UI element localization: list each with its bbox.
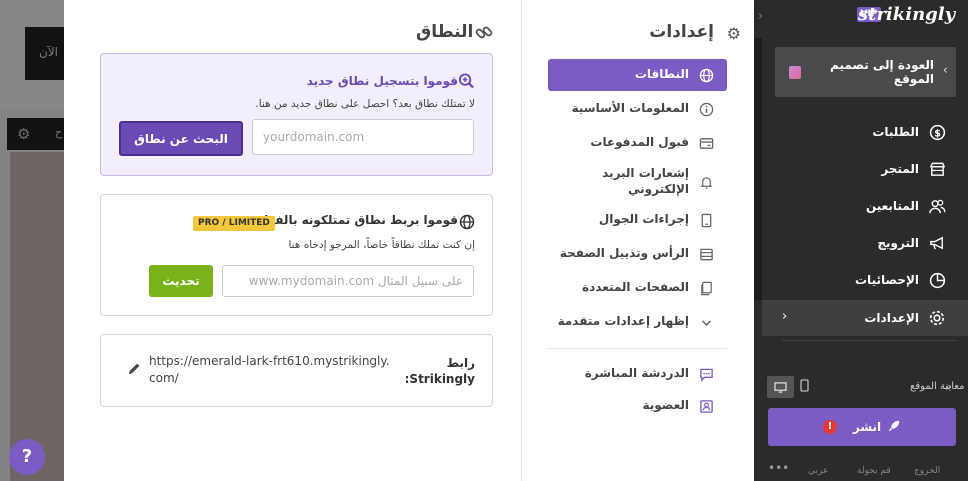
rocket-icon xyxy=(887,419,901,436)
nav-item-domains[interactable]: النطاقات xyxy=(548,59,727,91)
nav-item-membership[interactable]: العضوية xyxy=(548,390,727,422)
connect-subtitle: إن كنت تملك نطاقاً خاصاً، المرجو إدخاه ه… xyxy=(288,239,475,251)
nav-item-email-notifications[interactable]: إشعارات البريد الإلكتروني xyxy=(548,163,727,201)
footer-logout[interactable]: الخروج xyxy=(914,466,940,476)
nav-label: إشعارات البريد الإلكتروني xyxy=(602,166,689,196)
sidebar-item-label: الإحصائيات xyxy=(855,273,919,287)
sidebar-item-followers[interactable]: المتابعين xyxy=(766,194,956,218)
collapse-chevron-icon[interactable]: › xyxy=(758,9,763,24)
link-icon xyxy=(474,23,494,43)
footer-language[interactable]: عربي xyxy=(808,466,828,476)
connect-domain-card: قوموا بربط نطاق تمتلكونه بالفعل PRO / LI… xyxy=(100,194,493,316)
mobile-icon xyxy=(698,212,714,228)
store-icon xyxy=(928,160,946,178)
connect-heading: قوموا بربط نطاق تمتلكونه بالفعل xyxy=(257,213,458,227)
sidebar-item-store[interactable]: المتجر xyxy=(766,157,956,181)
layout-icon xyxy=(698,246,714,262)
nav-item-header-footer[interactable]: الرأس وتذييل الصفحة xyxy=(548,238,727,270)
editor-sidebar: › VIP strikingly العودة إلى تصميم الموقع… xyxy=(754,0,968,481)
footer-tour[interactable]: قم بجولة xyxy=(857,466,891,476)
nav-item-multiple-pages[interactable]: الصفحات المتعددة xyxy=(548,272,727,304)
sidebar-item-promotion[interactable]: الترويج xyxy=(766,231,956,255)
users-icon xyxy=(928,197,946,215)
nav-label: المعلومات الأساسية xyxy=(571,101,689,116)
publish-label: انشر xyxy=(852,420,882,434)
info-icon xyxy=(698,101,714,117)
globe-icon xyxy=(698,67,714,83)
pie-chart-icon xyxy=(928,271,946,289)
sidebar-divider xyxy=(782,340,956,341)
brand-logo: strikingly xyxy=(858,4,956,25)
sidebar-item-label: المتجر xyxy=(881,162,919,176)
nav-label: الدردشة المباشرة xyxy=(584,366,689,381)
register-subtitle: لا تمتلك نطاق بعد؟ احصل على نطاق جديد من… xyxy=(255,98,475,110)
nav-label: قبول المدفوعات xyxy=(590,135,689,150)
custom-domain-placeholder: على سبيل المثال www.mydomain.com xyxy=(248,274,463,288)
sidebar-item-orders[interactable]: $ الطلبات xyxy=(766,120,956,144)
search-plus-icon xyxy=(458,72,475,89)
more-dots-icon[interactable]: ••• xyxy=(768,461,789,475)
nav-divider xyxy=(548,348,727,349)
register-domain-card: قوموا بتسجيل نطاق جديد لا تمتلك نطاق بعد… xyxy=(100,53,493,176)
globe-icon xyxy=(458,213,475,230)
back-label: العودة إلى تصميم الموقع xyxy=(830,58,934,87)
strikingly-url: https://emerald-lark-frt610.mystrikingly… xyxy=(149,354,390,385)
nav-label: العضوية xyxy=(642,398,689,413)
chevron-left-icon: ‹ xyxy=(942,63,948,78)
warning-badge: ! xyxy=(822,420,837,434)
svg-text:$: $ xyxy=(934,128,941,139)
desktop-preview-icon[interactable] xyxy=(767,376,794,398)
pro-limited-badge: PRO / LIMITED xyxy=(193,216,275,231)
edit-pencil-icon[interactable] xyxy=(127,361,142,380)
chevron-down-icon xyxy=(698,314,714,330)
megaphone-icon xyxy=(928,234,946,252)
strikingly-url-card: رابط Strikingly: https://emerald-lark-fr… xyxy=(100,334,493,407)
sidebar-item-stats[interactable]: الإحصائيات xyxy=(766,268,956,292)
settings-modal: ⚙ إعدادات النطاقات المعلومات الأساسية قب… xyxy=(64,0,754,481)
preview-label[interactable]: معاينة الموقع xyxy=(910,381,964,392)
nav-item-payments[interactable]: قبول المدفوعات xyxy=(548,127,727,159)
domain-search-input[interactable]: yourdomain.com xyxy=(252,119,474,155)
nav-item-mobile-actions[interactable]: إجراءات الجوال xyxy=(548,204,727,236)
member-icon xyxy=(698,398,714,414)
strikingly-url-label: رابط Strikingly: xyxy=(404,356,475,387)
sidebar-edge xyxy=(754,38,762,300)
nav-label: إظهار إعدادات متقدمة xyxy=(557,314,689,329)
chat-icon xyxy=(698,366,714,382)
settings-title: إعدادات xyxy=(649,22,714,42)
dollar-icon: $ xyxy=(928,123,946,141)
nav-label: النطاقات xyxy=(634,67,689,82)
design-icon xyxy=(789,66,801,79)
gear-icon xyxy=(928,309,946,327)
back-to-design-button[interactable]: العودة إلى تصميم الموقع ‹ xyxy=(775,47,956,97)
nav-label: الصفحات المتعددة xyxy=(582,280,689,295)
update-button[interactable]: تحديث xyxy=(149,265,213,297)
bell-icon xyxy=(698,174,714,190)
settings-nav: ⚙ إعدادات النطاقات المعلومات الأساسية قب… xyxy=(521,0,754,481)
help-button[interactable]: ? xyxy=(9,439,45,475)
sidebar-item-settings[interactable]: الإعدادات xyxy=(766,306,956,330)
sidebar-item-label: الترويج xyxy=(877,236,919,250)
nav-item-live-chat[interactable]: الدردشة المباشرة xyxy=(548,358,727,390)
search-domain-button[interactable]: البحث عن نطاق xyxy=(119,121,243,156)
mobile-preview-icon[interactable] xyxy=(800,379,809,395)
nav-item-basic-info[interactable]: المعلومات الأساسية xyxy=(548,93,727,125)
card-icon xyxy=(698,135,714,151)
nav-label: الرأس وتذييل الصفحة xyxy=(559,246,689,261)
sidebar-item-label: الطلبات xyxy=(872,125,919,139)
custom-domain-input[interactable]: على سبيل المثال www.mydomain.com xyxy=(222,265,474,297)
publish-button[interactable]: انشر ! xyxy=(768,408,956,446)
register-heading: قوموا بتسجيل نطاق جديد xyxy=(306,74,458,88)
sidebar-item-label: الإعدادات xyxy=(864,311,919,325)
settings-gear-icon: ⚙ xyxy=(726,24,741,43)
domain-title: النطاق xyxy=(416,22,474,42)
nav-label: إجراءات الجوال xyxy=(598,212,689,227)
pages-icon xyxy=(698,280,714,296)
sidebar-item-label: المتابعين xyxy=(865,199,919,213)
domain-search-placeholder: yourdomain.com xyxy=(263,130,365,144)
nav-item-show-advanced[interactable]: إظهار إعدادات متقدمة xyxy=(548,306,727,338)
